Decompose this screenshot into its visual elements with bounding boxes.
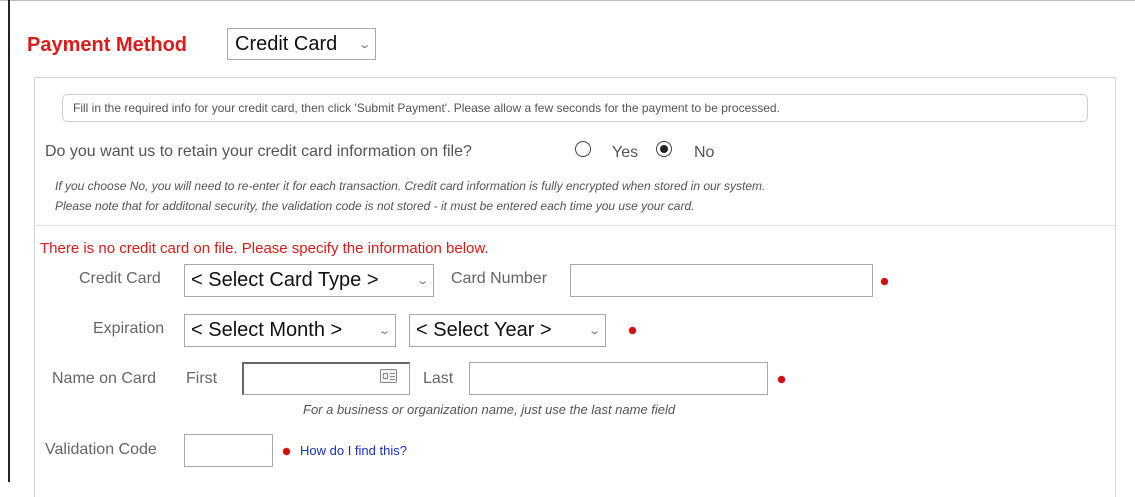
last-name-input[interactable] — [469, 362, 768, 395]
payment-method-select[interactable]: Credit Card ⌄ — [227, 28, 376, 60]
required-dot-icon — [629, 327, 636, 334]
contact-card-icon[interactable] — [380, 369, 397, 383]
payment-method-value: Credit Card — [235, 32, 338, 55]
last-name-label: Last — [423, 370, 454, 387]
chevron-down-icon: ⌄ — [377, 325, 392, 337]
card-type-select[interactable]: < Select Card Type > ⌄ — [184, 264, 434, 297]
chevron-down-icon: ⌄ — [587, 325, 602, 337]
expiration-month-select[interactable]: < Select Month > ⌄ — [184, 314, 396, 347]
year-value: < Select Year > — [416, 319, 552, 341]
first-name-label: First — [186, 370, 218, 387]
chevron-down-icon: ⌄ — [415, 275, 430, 287]
window-top-border — [0, 0, 1135, 1]
expiration-label: Expiration — [93, 320, 165, 337]
window-left-border — [8, 0, 10, 482]
validation-code-label: Validation Code — [45, 441, 157, 458]
info-text: Fill in the required info for your credi… — [73, 101, 780, 115]
retain-yes-radio[interactable] — [575, 141, 591, 157]
retain-yes-label[interactable]: Yes — [612, 144, 638, 162]
section-divider — [35, 225, 1115, 226]
chevron-down-icon: ⌄ — [357, 38, 372, 51]
retain-note-line2: Please note that for additonal security,… — [55, 199, 695, 213]
required-dot-icon — [881, 278, 888, 285]
how-to-find-link[interactable]: How do I find this? — [300, 443, 407, 458]
retain-no-label[interactable]: No — [694, 144, 714, 162]
card-number-input[interactable] — [570, 264, 873, 297]
month-value: < Select Month > — [191, 319, 343, 341]
payment-method-label: Payment Method — [27, 34, 188, 56]
name-on-card-label: Name on Card — [52, 370, 157, 387]
expiration-year-select[interactable]: < Select Year > ⌄ — [409, 314, 606, 347]
info-box: Fill in the required info for your credi… — [62, 94, 1088, 122]
required-dot-icon — [283, 448, 290, 455]
business-name-note: For a business or organization name, jus… — [303, 402, 676, 417]
retain-no-radio[interactable] — [656, 141, 672, 157]
validation-code-input[interactable] — [184, 434, 273, 467]
retain-note-line1: If you choose No, you will need to re-en… — [55, 179, 766, 193]
retain-question: Do you want us to retain your credit car… — [45, 143, 472, 160]
credit-card-label: Credit Card — [79, 270, 161, 287]
no-card-warning: There is no credit card on file. Please … — [40, 240, 489, 257]
card-number-label: Card Number — [451, 270, 548, 287]
required-dot-icon — [778, 376, 785, 383]
card-type-value: < Select Card Type > — [191, 269, 379, 291]
